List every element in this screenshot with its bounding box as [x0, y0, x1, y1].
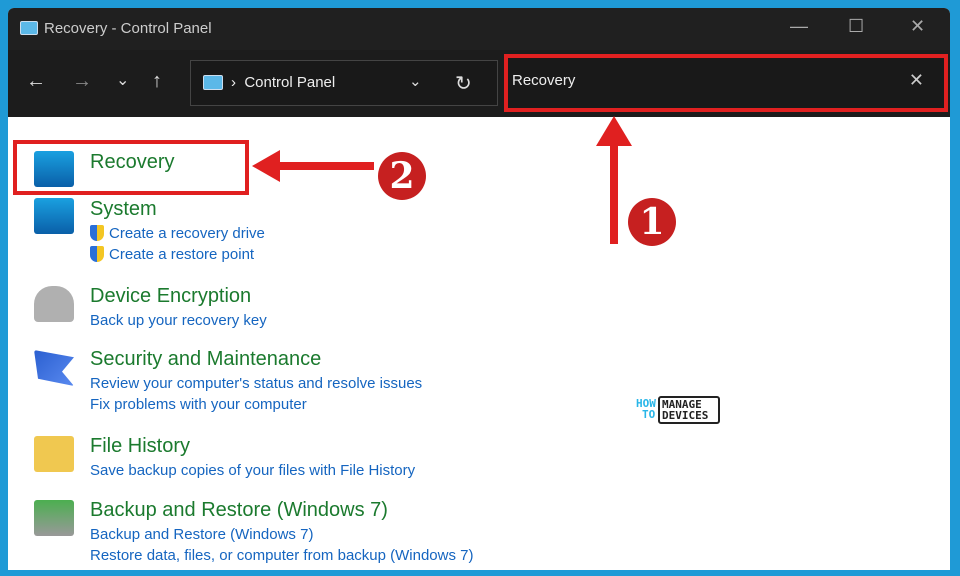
- navigation-bar: ← → ⌄ ↑ › Control Panel ⌄ ↻ ✕: [8, 50, 950, 117]
- minimize-button[interactable]: —: [790, 16, 808, 37]
- file-history-icon: [34, 436, 74, 472]
- flag-icon: [34, 350, 74, 386]
- step-2-badge: 2: [378, 152, 426, 200]
- result-link[interactable]: Back up your recovery key: [90, 312, 267, 329]
- result-title[interactable]: Security and Maintenance: [90, 348, 321, 370]
- recent-locations-button[interactable]: ⌄: [116, 70, 129, 90]
- result-link[interactable]: Fix problems with your computer: [90, 396, 422, 413]
- result-link[interactable]: Backup and Restore (Windows 7): [90, 526, 473, 543]
- control-panel-icon: [203, 75, 223, 90]
- result-security-maintenance: Security and Maintenance Review your com…: [90, 348, 422, 413]
- recovery-icon: [34, 151, 74, 187]
- result-link[interactable]: Create a recovery drive: [109, 225, 265, 242]
- shield-icon: [90, 225, 104, 241]
- control-panel-window: Recovery - Control Panel — ☐ ✕ ← → ⌄ ↑ ›…: [8, 8, 950, 570]
- result-title[interactable]: Recovery: [90, 151, 174, 173]
- title-bar: Recovery - Control Panel — ☐ ✕: [8, 8, 950, 50]
- control-panel-icon: [20, 21, 38, 35]
- shield-icon: [90, 246, 104, 262]
- up-button[interactable]: ↑: [152, 70, 162, 93]
- breadcrumb-separator: ›: [231, 74, 236, 91]
- clear-search-button[interactable]: ✕: [909, 70, 924, 91]
- window-title: Recovery - Control Panel: [44, 20, 212, 37]
- breadcrumb-control-panel[interactable]: Control Panel: [244, 74, 335, 91]
- refresh-button[interactable]: ↻: [455, 71, 472, 96]
- result-backup-restore: Backup and Restore (Windows 7) Backup an…: [90, 499, 473, 564]
- address-bar[interactable]: › Control Panel ⌄ ↻: [190, 60, 498, 106]
- result-title[interactable]: Device Encryption: [90, 285, 251, 307]
- result-system: System Create a recovery drive Create a …: [90, 198, 265, 263]
- result-device-encryption: Device Encryption Back up your recovery …: [90, 285, 267, 329]
- address-dropdown-button[interactable]: ⌄: [409, 72, 422, 90]
- step-1-badge: 1: [628, 198, 676, 246]
- result-recovery[interactable]: Recovery: [90, 151, 174, 174]
- encryption-key-icon: [34, 286, 74, 322]
- result-title[interactable]: System: [90, 198, 157, 220]
- result-link[interactable]: Restore data, files, or computer from ba…: [90, 547, 473, 564]
- backup-restore-icon: [34, 500, 74, 536]
- result-link[interactable]: Save backup copies of your files with Fi…: [90, 462, 415, 479]
- search-box[interactable]: ✕: [504, 54, 948, 112]
- forward-button[interactable]: →: [72, 70, 92, 93]
- system-icon: [34, 198, 74, 234]
- result-title[interactable]: Backup and Restore (Windows 7): [90, 499, 388, 521]
- maximize-button[interactable]: ☐: [848, 16, 864, 37]
- arrow-left-annotation: [252, 150, 374, 182]
- search-input[interactable]: [512, 72, 872, 89]
- result-link[interactable]: Review your computer's status and resolv…: [90, 375, 422, 392]
- result-title[interactable]: File History: [90, 435, 190, 457]
- result-link[interactable]: Create a restore point: [109, 246, 254, 263]
- back-button[interactable]: ←: [26, 70, 46, 93]
- close-button[interactable]: ✕: [910, 16, 925, 37]
- result-file-history: File History Save backup copies of your …: [90, 435, 415, 479]
